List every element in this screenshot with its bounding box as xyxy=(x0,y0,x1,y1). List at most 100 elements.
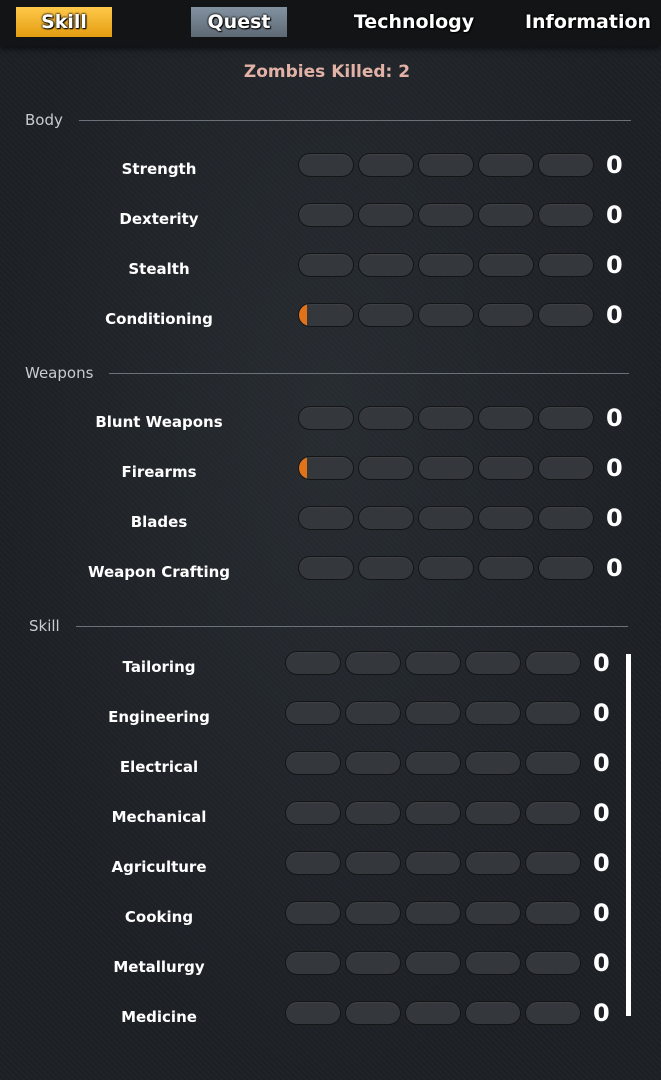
tab-technology[interactable]: Technology xyxy=(346,7,482,37)
progress-segment xyxy=(538,556,594,580)
progress-segment xyxy=(405,701,461,725)
progress-segment xyxy=(525,801,581,825)
progress-segment xyxy=(538,153,594,177)
progress-segment xyxy=(478,556,534,580)
skill-progress-bar xyxy=(285,851,581,875)
skill-progress-bar xyxy=(285,801,581,825)
progress-segment xyxy=(538,406,594,430)
progress-segment xyxy=(345,1001,401,1025)
progress-segment xyxy=(358,303,414,327)
skill-level: 0 xyxy=(606,554,623,582)
section-header-weapons: Weapons xyxy=(25,364,630,382)
progress-segment xyxy=(358,406,414,430)
skill-progress-bar xyxy=(298,153,594,177)
skill-progress-bar xyxy=(285,901,581,925)
skill-row-medicine[interactable]: Medicine 0 xyxy=(0,999,661,1030)
progress-segment xyxy=(298,456,354,480)
tab-bar: Skill Quest Technology Information xyxy=(0,0,661,46)
section-title: Body xyxy=(25,111,63,129)
progress-segment xyxy=(285,801,341,825)
skill-progress-bar xyxy=(298,203,594,227)
progress-segment xyxy=(285,751,341,775)
skill-scroll-area[interactable]: Tailoring 0 Engineering 0 Electrical 0 Mechani… xyxy=(0,640,661,1030)
progress-segment xyxy=(298,153,354,177)
skill-name: Blunt Weapons xyxy=(95,413,223,431)
skill-name: Stealth xyxy=(128,260,190,278)
progress-fill xyxy=(299,304,307,326)
progress-segment xyxy=(538,303,594,327)
skill-name: Tailoring xyxy=(122,658,196,676)
progress-segment xyxy=(465,701,521,725)
progress-segment xyxy=(465,751,521,775)
progress-segment xyxy=(285,951,341,975)
progress-segment xyxy=(298,506,354,530)
section-header-body: Body xyxy=(25,111,631,129)
progress-segment xyxy=(478,406,534,430)
progress-segment xyxy=(358,456,414,480)
skill-level: 0 xyxy=(606,201,623,229)
progress-segment xyxy=(465,851,521,875)
progress-segment xyxy=(358,253,414,277)
progress-segment xyxy=(478,153,534,177)
progress-segment xyxy=(358,153,414,177)
skill-level: 0 xyxy=(606,504,623,532)
tab-information[interactable]: Information xyxy=(525,7,651,37)
progress-segment xyxy=(285,901,341,925)
skill-level: 0 xyxy=(606,301,623,329)
progress-segment xyxy=(465,651,521,675)
skill-row-conditioning[interactable]: Conditioning 0 xyxy=(0,301,661,360)
tab-quest[interactable]: Quest xyxy=(191,7,287,37)
scrollbar[interactable] xyxy=(626,654,631,1016)
skill-progress-bar xyxy=(285,1001,581,1025)
progress-segment xyxy=(538,456,594,480)
skill-level: 0 xyxy=(606,151,623,179)
progress-segment xyxy=(525,901,581,925)
progress-segment xyxy=(525,1001,581,1025)
progress-segment xyxy=(345,651,401,675)
section-divider xyxy=(109,372,630,374)
skill-level: 0 xyxy=(593,699,610,727)
progress-segment xyxy=(465,801,521,825)
progress-segment xyxy=(405,951,461,975)
skill-name: Weapon Crafting xyxy=(87,563,231,581)
progress-segment xyxy=(405,801,461,825)
progress-segment xyxy=(405,751,461,775)
progress-segment xyxy=(465,901,521,925)
progress-segment xyxy=(358,506,414,530)
zombies-killed-counter: Zombies Killed: 2 xyxy=(243,62,411,82)
progress-segment xyxy=(345,851,401,875)
progress-segment xyxy=(478,506,534,530)
progress-segment xyxy=(525,701,581,725)
progress-segment xyxy=(285,701,341,725)
skill-name: Firearms xyxy=(121,463,197,481)
progress-segment xyxy=(298,303,354,327)
progress-segment xyxy=(538,203,594,227)
skill-name: Medicine xyxy=(121,1008,197,1026)
progress-fill xyxy=(299,457,307,479)
skill-name: Mechanical xyxy=(111,808,207,826)
skill-level: 0 xyxy=(593,849,610,877)
progress-segment xyxy=(298,253,354,277)
progress-segment xyxy=(538,506,594,530)
progress-segment xyxy=(418,406,474,430)
progress-segment xyxy=(525,951,581,975)
progress-segment xyxy=(345,751,401,775)
skill-level: 0 xyxy=(593,749,610,777)
progress-segment xyxy=(298,556,354,580)
skill-name: Electrical xyxy=(119,758,199,776)
progress-segment xyxy=(285,651,341,675)
section-divider xyxy=(78,119,631,121)
skill-name: Blades xyxy=(130,513,188,531)
progress-segment xyxy=(418,203,474,227)
section-divider xyxy=(75,625,628,627)
skill-progress-bar xyxy=(285,951,581,975)
skill-level: 0 xyxy=(606,454,623,482)
progress-segment xyxy=(345,901,401,925)
tab-skill[interactable]: Skill xyxy=(16,7,112,37)
progress-segment xyxy=(538,253,594,277)
progress-segment xyxy=(345,951,401,975)
progress-segment xyxy=(405,901,461,925)
skill-progress-bar xyxy=(298,506,594,530)
skill-row-weapon-crafting[interactable]: Weapon Crafting 0 xyxy=(0,554,661,613)
skill-level: 0 xyxy=(606,404,623,432)
